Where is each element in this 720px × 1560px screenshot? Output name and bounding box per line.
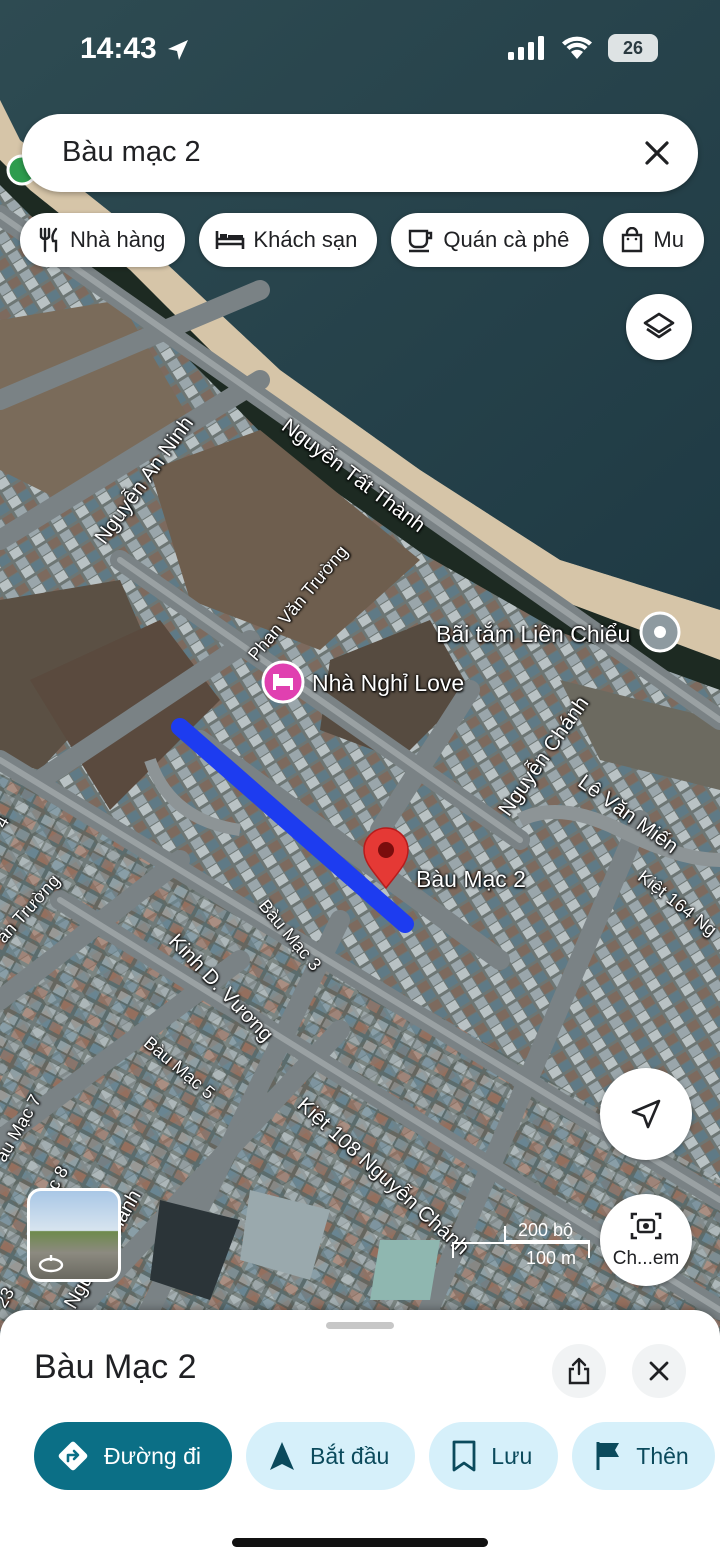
sheet-drag-handle[interactable]: [326, 1322, 394, 1329]
restaurant-icon: [39, 227, 58, 253]
chip-hotels[interactable]: Khách sạn: [199, 213, 378, 267]
street-view-thumbnail[interactable]: [27, 1188, 121, 1282]
category-chips: Nhà hàng Khách sạn Quán cà phê Mu: [20, 213, 704, 267]
place-bottom-sheet[interactable]: Bàu Mạc 2 Đường đi Bắt đầu Lưu Thên: [0, 1310, 720, 1560]
wifi-icon: [562, 36, 592, 59]
save-button[interactable]: Lưu: [429, 1422, 559, 1490]
coffee-icon: [409, 229, 433, 253]
map-scale: 200 bộ 100 m: [452, 1220, 592, 1268]
navigation-arrow-icon: [631, 1099, 661, 1129]
flag-icon: [596, 1442, 620, 1470]
hotel-icon: [216, 231, 245, 249]
bookmark-icon: [452, 1440, 476, 1472]
shopping-bag-icon: [622, 227, 643, 253]
chip-restaurants[interactable]: Nhà hàng: [20, 213, 186, 267]
status-bar: 14:43 26: [0, 0, 720, 100]
poi-label-beach[interactable]: Bãi tắm Liên Chiểu: [436, 621, 630, 648]
location-arrow-icon: [168, 40, 188, 60]
start-button[interactable]: Bắt đầu: [246, 1422, 416, 1490]
clear-search-icon[interactable]: [640, 136, 674, 170]
share-button[interactable]: [552, 1344, 606, 1398]
scale-bar-metric: [452, 1242, 590, 1244]
chip-label: Khách sạn: [253, 227, 358, 252]
navigation-arrow-icon: [270, 1442, 294, 1470]
search-input[interactable]: Bàu mạc 2: [62, 136, 201, 169]
status-time: 14:43: [80, 32, 157, 65]
motel-pin-icon: [261, 660, 305, 704]
home-indicator: [232, 1538, 488, 1547]
beach-pin-icon: [639, 611, 681, 653]
close-icon: [649, 1361, 669, 1381]
my-location-button[interactable]: [600, 1068, 692, 1160]
lens-button[interactable]: Ch...em: [600, 1194, 692, 1286]
chip-coffee[interactable]: Quán cà phê: [391, 213, 590, 267]
more-button[interactable]: Thên: [572, 1422, 715, 1490]
action-buttons: Đường đi Bắt đầu Lưu Thên: [34, 1422, 715, 1490]
search-bar[interactable]: Bàu mạc 2: [22, 114, 698, 192]
close-button[interactable]: [632, 1344, 686, 1398]
directions-button[interactable]: Đường đi: [34, 1422, 232, 1490]
chip-shopping[interactable]: Mu: [603, 213, 704, 267]
action-label: Lưu: [491, 1442, 533, 1469]
rotate-360-icon: [38, 1255, 64, 1273]
chip-label: Mu: [653, 227, 684, 252]
action-label: Thên: [636, 1442, 689, 1469]
pin-label[interactable]: Bàu Mạc 2: [416, 866, 526, 893]
action-label: Bắt đầu: [310, 1442, 390, 1469]
chip-label: Nhà hàng: [70, 227, 166, 252]
action-label: Đường đi: [104, 1442, 201, 1469]
scale-imperial-label: 200 bộ: [518, 1220, 574, 1240]
directions-icon: [58, 1441, 88, 1471]
cellular-signal-icon: [508, 36, 544, 60]
chip-label: Quán cà phê: [443, 227, 570, 252]
layers-icon: [643, 312, 675, 339]
battery-indicator: 26: [608, 34, 658, 62]
lens-label: Ch...em: [612, 1248, 680, 1269]
share-icon: [568, 1357, 590, 1385]
layers-button[interactable]: [626, 294, 692, 360]
poi-label-motel[interactable]: Nhà Nghỉ Love: [312, 670, 464, 697]
camera-lens-icon: [630, 1212, 662, 1240]
place-title: Bàu Mạc 2: [34, 1348, 197, 1386]
scale-metric-label: 100 m: [526, 1248, 577, 1268]
